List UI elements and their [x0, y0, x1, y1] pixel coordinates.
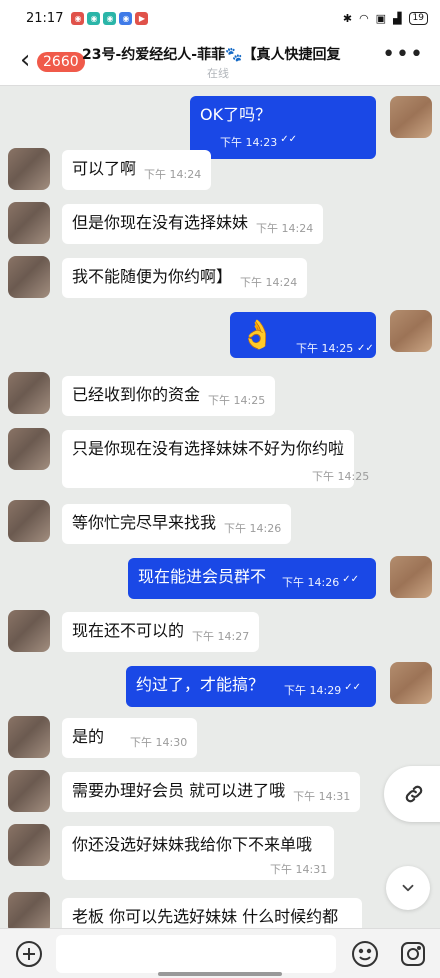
message-time: 下午 14:25 — [208, 394, 266, 407]
read-ticks-icon: ✓✓ — [280, 134, 297, 145]
message-time: 下午 14:24 — [144, 168, 202, 181]
app-icon: ◉ — [103, 11, 117, 25]
message-time: 下午 14:24 — [240, 276, 298, 289]
message-bubble[interactable]: 只是你现在没有选择妹妹不好为你约啦 下午 14:25 — [62, 430, 369, 488]
avatar[interactable] — [390, 96, 432, 138]
input-bar — [0, 928, 440, 978]
message-bubble[interactable]: 但是你现在没有选择妹妹 下午 14:24 — [62, 204, 324, 244]
message-text: 现在能进会员群不 — [138, 567, 267, 586]
avatar[interactable] — [8, 372, 50, 414]
message-bubble[interactable]: 我不能随便为你约啊】 下午 14:24 — [62, 258, 308, 298]
app-icon: ◉ — [87, 11, 101, 25]
message-text: 需要办理好会员 就可以进了哦 — [72, 781, 286, 800]
emoji-icon[interactable] — [350, 939, 380, 969]
app-icon: ▶ — [135, 11, 149, 25]
link-icon — [405, 785, 423, 803]
message-text: 你还没选好妹妹我给你下不来单哦 — [72, 835, 313, 854]
message-text: 老板 你可以先选好妹妹 什么时候约都 — [72, 907, 339, 926]
chat-title: 23号-约爱经纪人-菲菲🐾【真人快捷回复 — [82, 47, 341, 63]
message-time: 下午 14:25 — [312, 470, 370, 483]
avatar[interactable] — [8, 428, 50, 470]
link-button[interactable] — [384, 766, 440, 822]
message-time: 下午 14:31 — [270, 863, 328, 876]
signal-icon: ▟ — [393, 11, 402, 25]
message-bubble[interactable]: 需要办理好会员 就可以进了哦 下午 14:31 — [62, 772, 361, 812]
avatar[interactable] — [390, 662, 432, 704]
message-text: 我不能随便为你约啊】 — [72, 267, 233, 286]
scroll-down-button[interactable] — [386, 866, 430, 910]
message-text: 约过了，才能搞？ — [136, 675, 265, 694]
avatar[interactable] — [8, 892, 50, 928]
read-ticks-icon: ✓✓ — [344, 682, 361, 693]
avatar[interactable] — [390, 556, 432, 598]
unread-badge[interactable]: 2660 — [37, 52, 85, 72]
message-text: 但是你现在没有选择妹妹 — [72, 213, 249, 232]
avatar[interactable] — [8, 202, 50, 244]
plus-circle-icon[interactable] — [14, 939, 44, 969]
app-icon: ◉ — [119, 11, 133, 25]
message-list[interactable]: OK了吗？下午 14:23 ✓✓ 可以了啊 下午 14:24 但是你现在没有选择妹妹… — [0, 86, 440, 928]
home-indicator — [158, 972, 282, 976]
message-bubble[interactable]: 是的 下午 14:30 — [62, 718, 198, 758]
message-time: 下午 14:31 — [293, 790, 351, 803]
message-bubble[interactable]: 等你忙完尽早来找我 下午 14:26 — [62, 504, 292, 544]
message-bubble[interactable]: 👌 下午 14:25 ✓✓ — [230, 312, 376, 358]
chevron-down-icon — [402, 884, 414, 892]
message-time: 下午 14:26 — [224, 522, 282, 535]
status-time: 21:17 — [26, 10, 64, 26]
message-bubble[interactable]: 老板 你可以先选好妹妹 什么时候约都 — [62, 898, 362, 928]
battery-icon: 19 — [408, 11, 428, 25]
message-time: 下午 14:30 — [130, 736, 188, 749]
message-text: 是的 — [72, 727, 105, 746]
message-bubble[interactable]: 现在能进会员群不 下午 14:26 ✓✓ — [128, 558, 376, 599]
message-text: 👌 — [240, 318, 275, 351]
camera-icon[interactable] — [398, 939, 428, 969]
avatar[interactable] — [8, 256, 50, 298]
avatar[interactable] — [8, 500, 50, 542]
more-icon[interactable]: ••• — [382, 42, 424, 67]
message-bubble[interactable]: OK了吗？ 下午 14:23 ✓✓ — [190, 96, 376, 159]
message-text: OK了吗？ — [200, 105, 272, 124]
message-time: 下午 14:29 — [284, 684, 342, 697]
chat-header: ‹ 2660 23号-约爱经纪人-菲菲🐾【真人快捷回复 在线 ••• — [0, 36, 440, 86]
message-time: 下午 14:27 — [192, 630, 250, 643]
message-text: 现在还不可以的 — [72, 621, 185, 640]
message-input[interactable] — [56, 935, 336, 973]
message-time: 下午 14:23 — [220, 136, 278, 149]
avatar[interactable] — [8, 148, 50, 190]
avatar[interactable] — [8, 770, 50, 812]
message-time: 下午 14:26 — [282, 576, 340, 589]
chevron-left-icon[interactable]: ‹ — [20, 47, 30, 73]
avatar[interactable] — [8, 610, 50, 652]
bluetooth-icon: ✱ — [342, 11, 353, 25]
read-ticks-icon: ✓✓ — [357, 343, 374, 354]
message-bubble[interactable]: 现在还不可以的 下午 14:27 — [62, 612, 260, 652]
message-bubble[interactable]: 约过了，才能搞？ 下午 14:29 ✓✓ — [126, 666, 376, 707]
message-bubble[interactable]: 你还没选好妹妹我给你下不来单哦 下午 14:31 — [62, 826, 334, 880]
message-text: 已经收到你的资金 — [72, 385, 201, 404]
avatar[interactable] — [390, 310, 432, 352]
online-status: 在线 — [207, 67, 229, 80]
message-bubble[interactable]: 已经收到你的资金 下午 14:25 — [62, 376, 276, 416]
message-time: 下午 14:24 — [256, 222, 314, 235]
app-icon: ◉ — [71, 11, 85, 25]
status-right: ✱ ◠ ▣ ▟ 19 — [342, 11, 428, 25]
avatar[interactable] — [8, 824, 50, 866]
hd-icon: ▣ — [375, 11, 387, 25]
message-text: 等你忙完尽早来找我 — [72, 513, 217, 532]
avatar[interactable] — [8, 716, 50, 758]
notification-icons: ◉ ◉ ◉ ◉ ▶ — [71, 11, 149, 25]
message-time: 下午 14:25 — [296, 342, 354, 355]
message-bubble[interactable]: 可以了啊 下午 14:24 — [62, 150, 212, 190]
read-ticks-icon: ✓✓ — [342, 574, 359, 585]
wifi-icon: ◠ — [359, 11, 369, 25]
status-bar: 21:17 ◉ ◉ ◉ ◉ ▶ ✱ ◠ ▣ ▟ 19 — [0, 0, 440, 36]
message-text: 只是你现在没有选择妹妹不好为你约啦 — [72, 439, 345, 458]
message-text: 可以了啊 — [72, 159, 137, 178]
